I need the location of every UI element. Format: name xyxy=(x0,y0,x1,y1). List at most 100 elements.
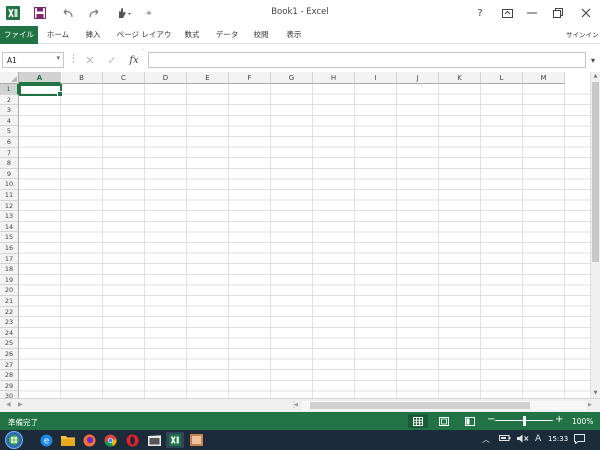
row-header-12[interactable]: 12 xyxy=(0,200,19,212)
row-header-18[interactable]: 18 xyxy=(0,264,19,275)
zoom-in-button[interactable]: + xyxy=(555,414,563,425)
row-header-29[interactable]: 29 xyxy=(0,380,19,392)
tab-data[interactable]: データ xyxy=(212,26,242,44)
name-box[interactable]: A1 ▾ xyxy=(2,52,64,68)
row-header-14[interactable]: 14 xyxy=(0,221,19,233)
tab-file[interactable]: ファイル xyxy=(0,26,38,44)
row-header-28[interactable]: 28 xyxy=(0,370,19,381)
title-bar: ≑ Book1 - Excel ? xyxy=(0,0,600,26)
opera-icon[interactable] xyxy=(124,432,140,448)
row-header-13[interactable]: 13 xyxy=(0,211,19,222)
zoom-level[interactable]: 100% xyxy=(572,417,593,426)
file-explorer-icon[interactable] xyxy=(60,432,76,448)
row-header-26[interactable]: 26 xyxy=(0,349,19,360)
tab-review[interactable]: 校閲 xyxy=(248,26,274,44)
active-cell[interactable] xyxy=(19,84,63,97)
row-header-15[interactable]: 15 xyxy=(0,232,19,243)
column-header-f[interactable]: F xyxy=(229,72,271,84)
horizontal-scrollbar[interactable] xyxy=(302,401,586,410)
column-header-k[interactable]: K xyxy=(439,72,481,84)
tray-overflow-icon[interactable]: ︿ xyxy=(482,434,490,445)
expand-formula-bar-icon[interactable]: ▾ xyxy=(586,52,600,68)
vertical-scroll-thumb[interactable] xyxy=(592,82,599,262)
row-header-25[interactable]: 25 xyxy=(0,338,19,349)
row-header-16[interactable]: 16 xyxy=(0,243,19,254)
status-ready: 準備完了 xyxy=(8,418,38,427)
scroll-down-icon[interactable]: ▼ xyxy=(591,389,600,398)
ime-mode-indicator[interactable]: A xyxy=(535,434,541,444)
column-header-a[interactable]: A xyxy=(19,72,61,84)
sign-in-link[interactable]: サインイン xyxy=(566,26,600,44)
tab-insert[interactable]: 挿入 xyxy=(80,26,106,44)
vertical-scrollbar[interactable]: ▲ ▼ xyxy=(590,72,600,398)
tab-home[interactable]: ホーム xyxy=(44,26,72,44)
tab-page-layout[interactable]: ページ レイアウト xyxy=(114,26,174,57)
row-header-2[interactable]: 2 xyxy=(0,94,19,106)
volume-muted-icon[interactable] xyxy=(517,434,529,445)
minimize-icon[interactable] xyxy=(522,4,542,22)
media-icon[interactable] xyxy=(146,432,162,448)
row-header-17[interactable]: 17 xyxy=(0,253,19,265)
column-header-l[interactable]: L xyxy=(481,72,523,84)
column-header-j[interactable]: J xyxy=(397,72,439,84)
column-header-b[interactable]: B xyxy=(61,72,103,84)
scroll-left-icon[interactable]: ◀ xyxy=(294,402,298,408)
row-header-6[interactable]: 6 xyxy=(0,137,19,148)
select-all-button[interactable] xyxy=(0,72,19,84)
scroll-right-icon[interactable]: ▶ xyxy=(588,402,592,408)
confirm-entry-icon[interactable]: ✓ xyxy=(102,52,122,68)
row-header-8[interactable]: 8 xyxy=(0,158,19,169)
edge-icon[interactable]: e xyxy=(38,432,54,448)
column-header-m[interactable]: M xyxy=(523,72,565,84)
restore-icon[interactable] xyxy=(548,4,568,22)
close-icon[interactable] xyxy=(576,4,596,22)
tab-formulas[interactable]: 数式 xyxy=(180,26,204,44)
row-header-20[interactable]: 20 xyxy=(0,285,19,296)
column-header-i[interactable]: I xyxy=(355,72,397,84)
row-header-11[interactable]: 11 xyxy=(0,190,19,201)
row-header-23[interactable]: 23 xyxy=(0,317,19,328)
row-header-22[interactable]: 22 xyxy=(0,306,19,318)
ribbon-display-options-icon[interactable] xyxy=(497,4,517,22)
zoom-slider-thumb[interactable] xyxy=(522,416,526,426)
tab-view[interactable]: 表示 xyxy=(281,26,307,44)
scroll-up-icon[interactable]: ▲ xyxy=(591,72,600,81)
battery-icon[interactable] xyxy=(499,434,511,444)
page-break-preview-icon[interactable] xyxy=(460,414,480,428)
row-header-19[interactable]: 19 xyxy=(0,274,19,286)
row-header-3[interactable]: 3 xyxy=(0,105,19,116)
page-layout-view-icon[interactable] xyxy=(434,414,454,428)
row-header-30[interactable]: 30 xyxy=(0,391,19,398)
row-header-21[interactable]: 21 xyxy=(0,296,19,307)
column-header-e[interactable]: E xyxy=(187,72,229,84)
row-header-7[interactable]: 7 xyxy=(0,147,19,159)
row-header-1[interactable]: 1 xyxy=(0,84,19,95)
firefox-icon[interactable] xyxy=(81,432,97,448)
sheet-nav-next-icon[interactable]: ▶ xyxy=(18,401,23,408)
column-header-c[interactable]: C xyxy=(103,72,145,84)
chrome-icon[interactable] xyxy=(102,432,118,448)
row-header-4[interactable]: 4 xyxy=(0,115,19,127)
insert-function-button[interactable]: fx xyxy=(124,52,144,68)
formula-input[interactable] xyxy=(148,52,586,68)
chevron-down-icon[interactable]: ▾ xyxy=(56,54,60,62)
help-button[interactable]: ? xyxy=(470,4,490,22)
column-header-d[interactable]: D xyxy=(145,72,187,84)
row-header-24[interactable]: 24 xyxy=(0,327,19,339)
sheet-nav-prev-icon[interactable]: ◀ xyxy=(6,401,11,408)
row-header-10[interactable]: 10 xyxy=(0,179,19,190)
action-center-icon[interactable] xyxy=(574,434,585,446)
excel-taskbar-icon[interactable] xyxy=(166,432,184,448)
start-button-icon[interactable] xyxy=(4,430,24,450)
normal-view-icon[interactable] xyxy=(408,414,428,428)
app-icon[interactable] xyxy=(188,432,204,448)
horizontal-scroll-thumb[interactable] xyxy=(310,402,530,409)
column-header-h[interactable]: H xyxy=(313,72,355,84)
row-header-27[interactable]: 27 xyxy=(0,359,19,371)
cell-area[interactable] xyxy=(19,84,590,398)
cancel-entry-icon[interactable]: ✕ xyxy=(80,52,100,68)
row-header-9[interactable]: 9 xyxy=(0,168,19,180)
column-header-g[interactable]: G xyxy=(271,72,313,84)
row-header-5[interactable]: 5 xyxy=(0,126,19,137)
taskbar-clock[interactable]: 15:33 xyxy=(548,435,568,443)
